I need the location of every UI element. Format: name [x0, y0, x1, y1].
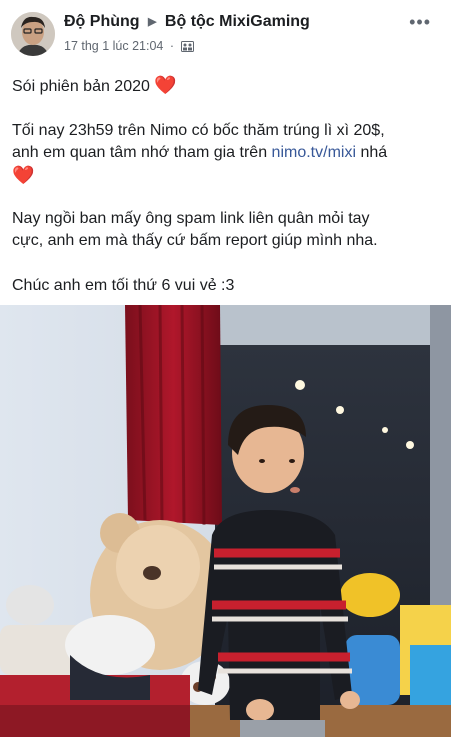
- group-name[interactable]: Bộ tộc MixiGaming: [165, 13, 310, 30]
- post-meta: 17 thg 1 lúc 21:04 ·: [64, 39, 194, 55]
- message-text: Chúc anh em tối thứ 6 vui vẻ :3: [12, 277, 235, 294]
- nimo-link[interactable]: nimo.tv/mixi: [272, 144, 356, 161]
- message-paragraph-1: Sói phiên bản 2020 ❤️: [12, 74, 177, 98]
- caret-right-icon: ▶: [148, 16, 157, 28]
- message-text: nhá: [360, 144, 388, 161]
- group-icon: [180, 41, 194, 55]
- author-name[interactable]: Độ Phùng: [64, 13, 140, 30]
- message-text: Tối nay 23h59 trên Nimo có bốc thăm trún…: [12, 122, 385, 139]
- message-paragraph-4: Chúc anh em tối thứ 6 vui vẻ :3: [12, 275, 234, 297]
- more-options-button[interactable]: •••: [409, 12, 431, 33]
- message-text: cực, anh em mà thấy cứ bấm report giúp m…: [12, 232, 378, 249]
- post-author-line: Độ Phùng ▶ Bộ tộc MixiGaming: [64, 13, 310, 31]
- message-text: Sói phiên bản 2020: [12, 78, 150, 95]
- message-text: anh em quan tâm nhớ tham gia trên: [12, 144, 268, 161]
- heart-icon: ❤️: [154, 75, 177, 95]
- post-header: Độ Phùng ▶ Bộ tộc MixiGaming 17 thg 1 lú…: [0, 0, 451, 60]
- post-timestamp[interactable]: 17 thg 1 lúc 21:04: [64, 39, 163, 53]
- post-photo[interactable]: [0, 305, 451, 737]
- message-paragraph-3: Nay ngồi ban mấy ông spam link liên quân…: [12, 208, 378, 252]
- avatar[interactable]: [11, 12, 55, 56]
- message-text: Nay ngồi ban mấy ông spam link liên quân…: [12, 210, 370, 227]
- heart-icon: ❤️: [12, 165, 35, 185]
- message-paragraph-2: Tối nay 23h59 trên Nimo có bốc thăm trún…: [12, 120, 387, 188]
